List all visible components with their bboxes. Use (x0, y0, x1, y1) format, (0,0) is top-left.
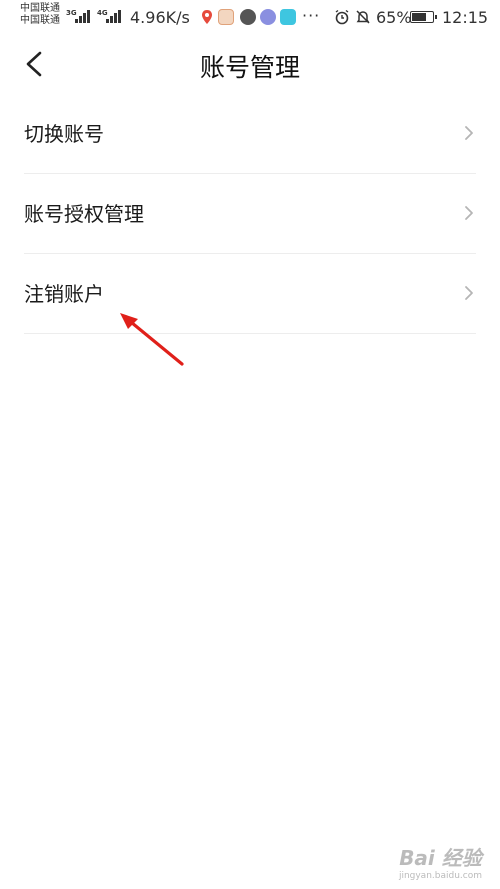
watermark-url: jingyan.baidu.com (398, 871, 482, 881)
account-menu-list: 切换账号 账号授权管理 注销账户 (0, 94, 500, 334)
menu-item-switch-account[interactable]: 切换账号 (0, 94, 500, 174)
menu-item-account-authorization[interactable]: 账号授权管理 (0, 174, 500, 254)
chevron-right-icon (465, 286, 473, 300)
carrier-names: 中国联通 中国联通 (20, 3, 60, 27)
app-notification-icon (280, 9, 296, 25)
signal-icon (106, 10, 121, 23)
menu-item-label: 切换账号 (24, 122, 104, 146)
app-notification-icon (218, 9, 234, 25)
title-bar: 账号管理 (0, 34, 500, 96)
network-speed: 4.96K/s (130, 8, 190, 27)
watermark-logo: Bai 经验 (399, 846, 482, 870)
status-bar: 中国联通 中国联通 3G 4G 4.96K/s ··· 65% 12:15 (0, 0, 500, 34)
menu-item-label: 账号授权管理 (24, 202, 144, 226)
carrier-1: 中国联通 (20, 3, 60, 14)
annotation-arrow-icon (120, 313, 184, 366)
baidu-jingyan-watermark: Bai 经验 jingyan.baidu.com (399, 842, 482, 881)
app-notification-icon (240, 9, 256, 25)
battery-icon (410, 11, 437, 23)
music-icon (260, 9, 276, 25)
mute-icon (355, 9, 371, 25)
chevron-right-icon (465, 126, 473, 140)
chevron-right-icon (465, 206, 473, 220)
map-pin-icon (199, 9, 215, 25)
more-notifications-icon: ··· (302, 6, 321, 25)
status-time: 12:15 (442, 8, 489, 27)
menu-item-label: 注销账户 (24, 282, 104, 306)
alarm-icon (334, 9, 350, 25)
carrier-2: 中国联通 (20, 15, 60, 26)
divider (24, 333, 476, 334)
page-title: 账号管理 (199, 53, 300, 82)
signal-icon (75, 10, 90, 23)
menu-item-cancel-account[interactable]: 注销账户 (0, 254, 500, 334)
battery-percent: 65% (376, 8, 412, 27)
